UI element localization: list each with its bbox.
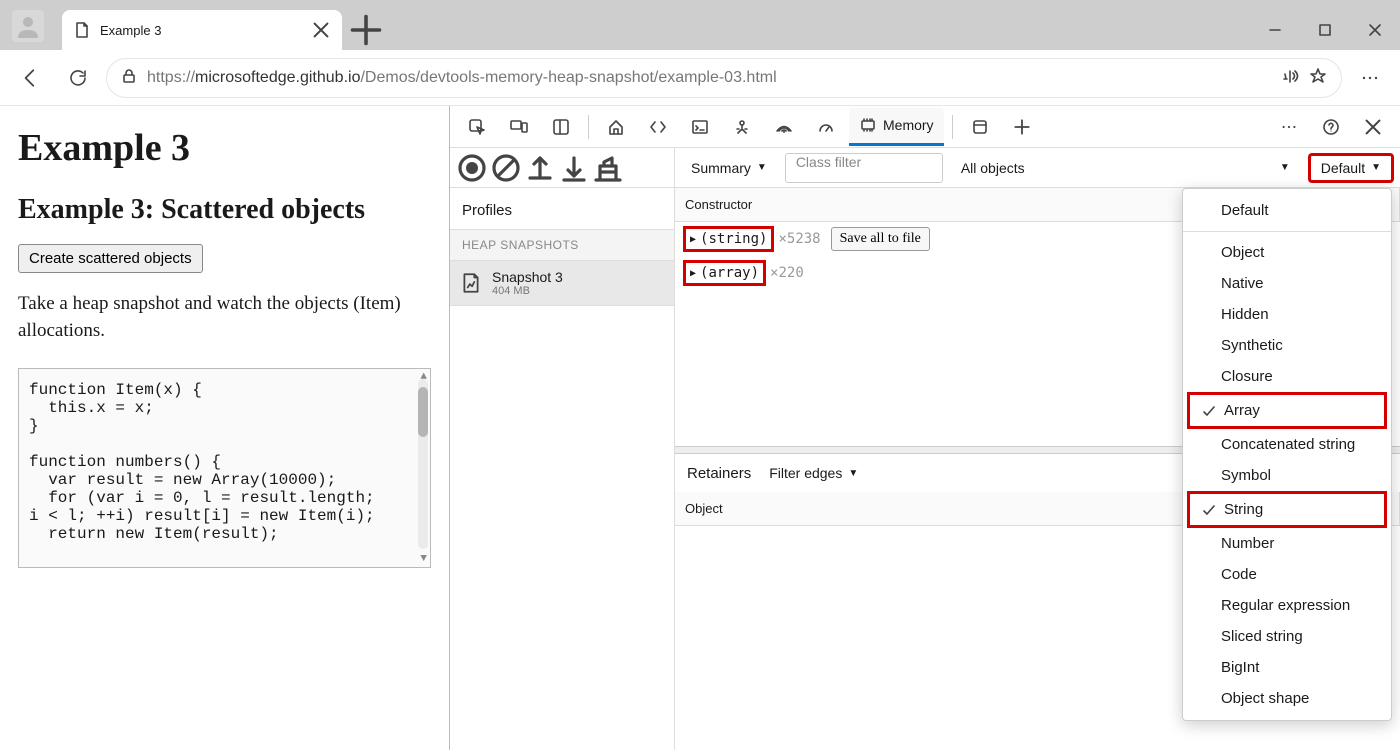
heap-snapshots-section: HEAP SNAPSHOTS bbox=[450, 229, 674, 261]
window-titlebar: Example 3 bbox=[0, 0, 1400, 50]
close-devtools-button[interactable] bbox=[1354, 108, 1392, 146]
menu-item[interactable]: Object shape bbox=[1183, 683, 1391, 714]
profile-avatar[interactable] bbox=[12, 10, 44, 42]
minimize-button[interactable] bbox=[1250, 10, 1300, 50]
back-button[interactable] bbox=[10, 58, 50, 98]
close-window-button[interactable] bbox=[1350, 10, 1400, 50]
view-dropdown[interactable]: Summary▼ bbox=[681, 153, 777, 183]
device-icon[interactable] bbox=[500, 108, 538, 146]
address-bar[interactable]: https://microsoftedge.github.io/Demos/de… bbox=[106, 58, 1342, 98]
console-tab-icon[interactable] bbox=[681, 108, 719, 146]
header-object[interactable]: Object bbox=[675, 492, 1205, 525]
page-h1: Example 3 bbox=[18, 126, 431, 170]
read-aloud-icon[interactable] bbox=[1281, 67, 1299, 88]
webpage-content: Example 3 Example 3: Scattered objects C… bbox=[0, 106, 450, 750]
download-button[interactable] bbox=[558, 152, 590, 184]
menu-item[interactable]: Regular expression bbox=[1183, 590, 1391, 621]
scrollbar-thumb[interactable] bbox=[418, 387, 428, 437]
more-button[interactable] bbox=[1270, 108, 1308, 146]
favorite-icon[interactable] bbox=[1309, 67, 1327, 88]
lock-icon bbox=[121, 68, 137, 87]
clear-button[interactable] bbox=[490, 152, 522, 184]
maximize-button[interactable] bbox=[1300, 10, 1350, 50]
save-all-button[interactable]: Save all to file bbox=[831, 227, 930, 251]
filter-menu: Default ObjectNativeHiddenSyntheticClosur… bbox=[1182, 188, 1392, 721]
menu-item[interactable]: Hidden bbox=[1183, 299, 1391, 330]
page-paragraph: Take a heap snapshot and watch the objec… bbox=[18, 291, 431, 344]
browser-tab[interactable]: Example 3 bbox=[62, 10, 342, 50]
menu-item[interactable]: Object bbox=[1183, 237, 1391, 268]
create-objects-button[interactable]: Create scattered objects bbox=[18, 244, 203, 273]
snapshot-size: 404 MB bbox=[492, 285, 563, 297]
objects-dropdown[interactable]: All objects▼ bbox=[951, 153, 1300, 183]
menu-item[interactable]: Closure bbox=[1183, 361, 1391, 392]
header-constructor[interactable]: Constructor bbox=[675, 188, 1205, 221]
url-text: https://microsoftedge.github.io/Demos/de… bbox=[147, 69, 1271, 87]
add-tab-button[interactable] bbox=[1003, 108, 1041, 146]
welcome-tab-icon[interactable] bbox=[597, 108, 635, 146]
class-filter-input[interactable]: Class filter bbox=[785, 153, 943, 183]
elements-tab-icon[interactable] bbox=[639, 108, 677, 146]
page-icon bbox=[74, 22, 90, 38]
record-button[interactable] bbox=[456, 152, 488, 184]
menu-item[interactable]: Native bbox=[1183, 268, 1391, 299]
menu-item[interactable]: Number bbox=[1183, 528, 1391, 559]
menu-item[interactable]: Synthetic bbox=[1183, 330, 1391, 361]
page-h2: Example 3: Scattered objects bbox=[18, 194, 431, 226]
upload-button[interactable] bbox=[524, 152, 556, 184]
inspect-icon[interactable] bbox=[458, 108, 496, 146]
dock-icon[interactable] bbox=[542, 108, 580, 146]
profiles-sidebar: Profiles HEAP SNAPSHOTS Snapshot 3 404 M… bbox=[450, 148, 675, 750]
check-icon bbox=[1202, 404, 1216, 422]
filter-edges-dropdown[interactable]: Filter edges▼ bbox=[769, 458, 858, 488]
performance-tab-icon[interactable] bbox=[807, 108, 845, 146]
check-icon bbox=[1202, 503, 1216, 521]
gc-button[interactable] bbox=[592, 152, 624, 184]
menu-item[interactable]: String bbox=[1187, 491, 1387, 528]
menu-item[interactable]: BigInt bbox=[1183, 652, 1391, 683]
app-tab-icon[interactable] bbox=[961, 108, 999, 146]
filter-dropdown[interactable]: Default▼ bbox=[1308, 153, 1394, 183]
tab-title: Example 3 bbox=[100, 23, 302, 38]
menu-item[interactable]: Array bbox=[1187, 392, 1387, 429]
profiles-heading: Profiles bbox=[450, 188, 674, 229]
menu-item[interactable]: Concatenated string bbox=[1183, 429, 1391, 460]
snapshot-name: Snapshot 3 bbox=[492, 269, 563, 285]
menu-item[interactable]: Code bbox=[1183, 559, 1391, 590]
help-icon[interactable] bbox=[1312, 108, 1350, 146]
code-snippet[interactable]: function Item(x) { this.x = x; } functio… bbox=[18, 368, 431, 568]
memory-tab[interactable]: Memory bbox=[849, 108, 944, 146]
menu-item[interactable]: Symbol bbox=[1183, 460, 1391, 491]
network-tab-icon[interactable] bbox=[765, 108, 803, 146]
refresh-button[interactable] bbox=[58, 58, 98, 98]
retainers-label: Retainers bbox=[687, 465, 751, 482]
menu-button[interactable] bbox=[1350, 58, 1390, 98]
browser-toolbar: https://microsoftedge.github.io/Demos/de… bbox=[0, 50, 1400, 105]
snapshot-item[interactable]: Snapshot 3 404 MB bbox=[450, 261, 674, 306]
devtools-panel: Memory Profiles HEAP SNAPSHOTS bbox=[450, 106, 1400, 750]
close-tab-icon[interactable] bbox=[312, 21, 330, 39]
menu-item[interactable]: Default bbox=[1183, 195, 1391, 226]
sources-tab-icon[interactable] bbox=[723, 108, 761, 146]
menu-item[interactable]: Sliced string bbox=[1183, 621, 1391, 652]
new-tab-button[interactable] bbox=[348, 12, 384, 48]
devtools-tabstrip: Memory bbox=[450, 106, 1400, 148]
